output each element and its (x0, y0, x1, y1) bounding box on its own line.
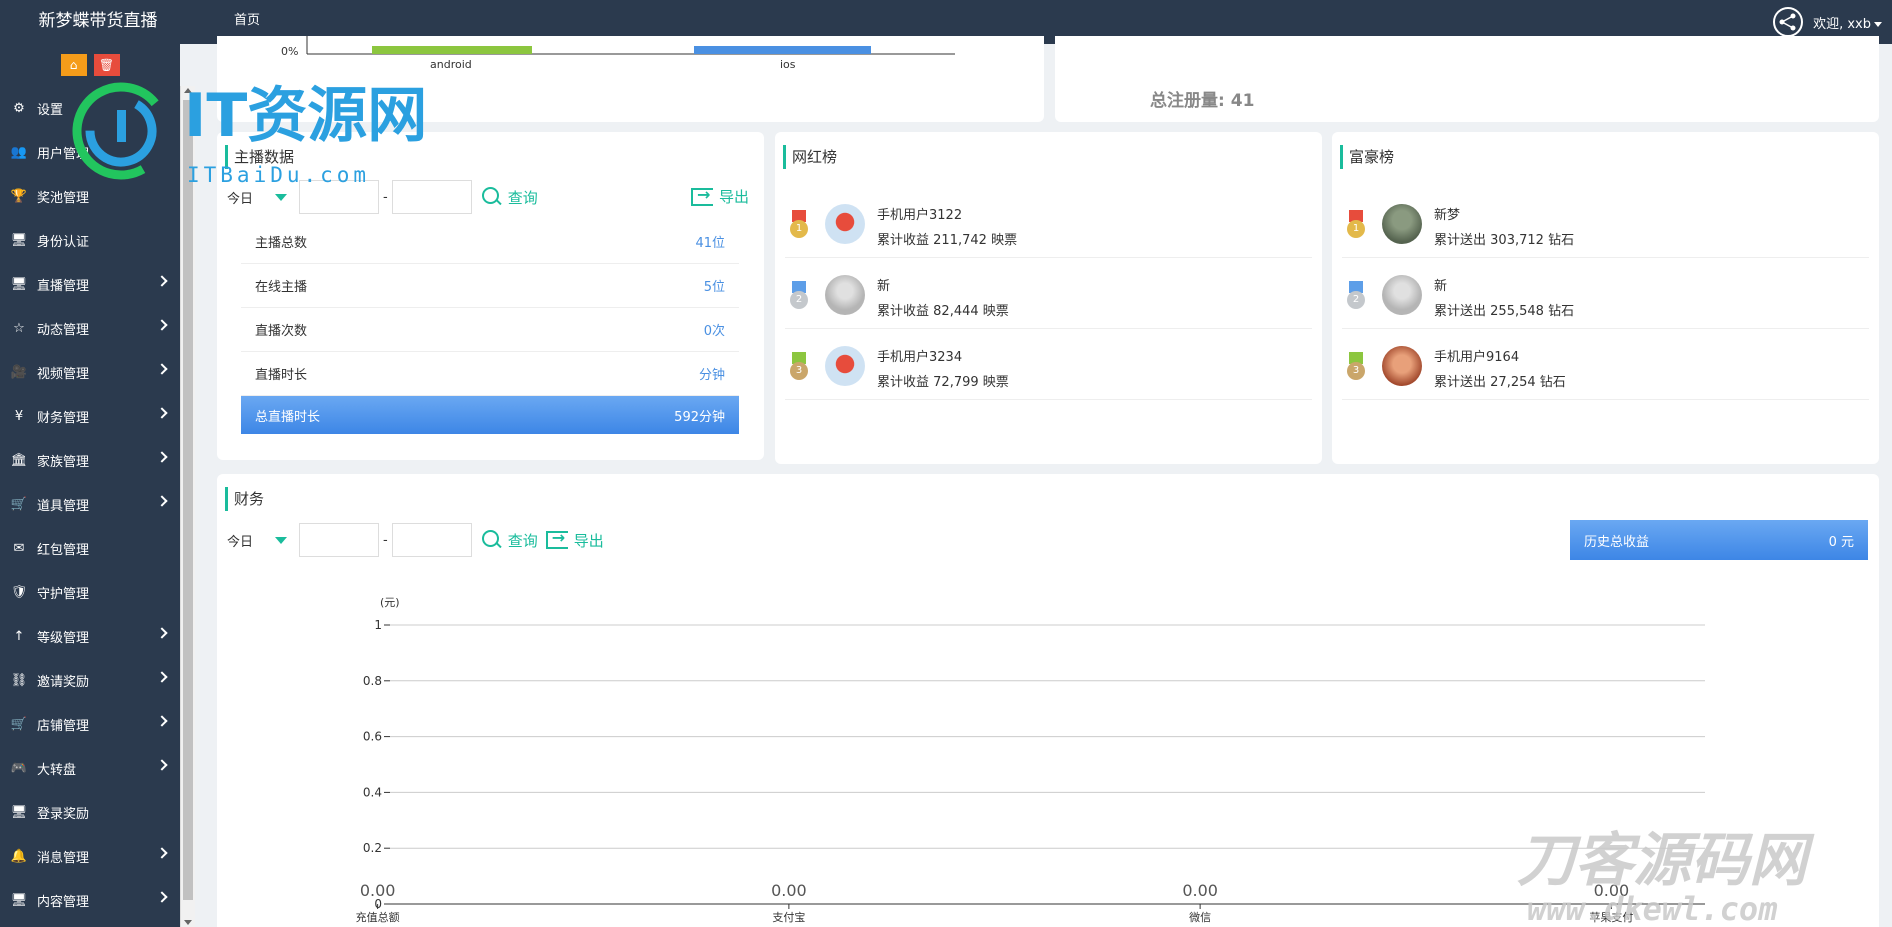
svg-text:www.dkewl.com: www.dkewl.com (1527, 890, 1777, 927)
chart-x-tick-label: 充值总额 (356, 910, 400, 924)
chart-y-axis-label: (元) (380, 596, 400, 609)
chart-data-label: 0.00 (771, 881, 807, 900)
chart-y-tick-label: 0.8 (363, 674, 382, 688)
chart-data-label: 0.00 (360, 881, 396, 900)
chart-x-tick-label: 支付宝 (772, 910, 805, 924)
chart-y-tick-label: 0.2 (363, 841, 382, 855)
svg-text:ITBaiDu.com: ITBaiDu.com (187, 163, 370, 187)
chart-data-label: 0.00 (1182, 881, 1218, 900)
chart-y-tick-label: 0.6 (363, 730, 382, 744)
chart-x-tick-label: 微信 (1189, 910, 1211, 924)
dk-watermark-logo: 刀客源码网 www.dkewl.com (1517, 826, 1815, 927)
svg-text:刀客源码网: 刀客源码网 (1517, 826, 1815, 894)
chart-y-tick-label: 1 (374, 618, 382, 632)
svg-text:IT资源网: IT资源网 (184, 81, 427, 151)
it-watermark-logo: IT资源网 ITBaiDu.com (72, 81, 427, 187)
chart-y-tick-label: 0.4 (363, 785, 382, 799)
